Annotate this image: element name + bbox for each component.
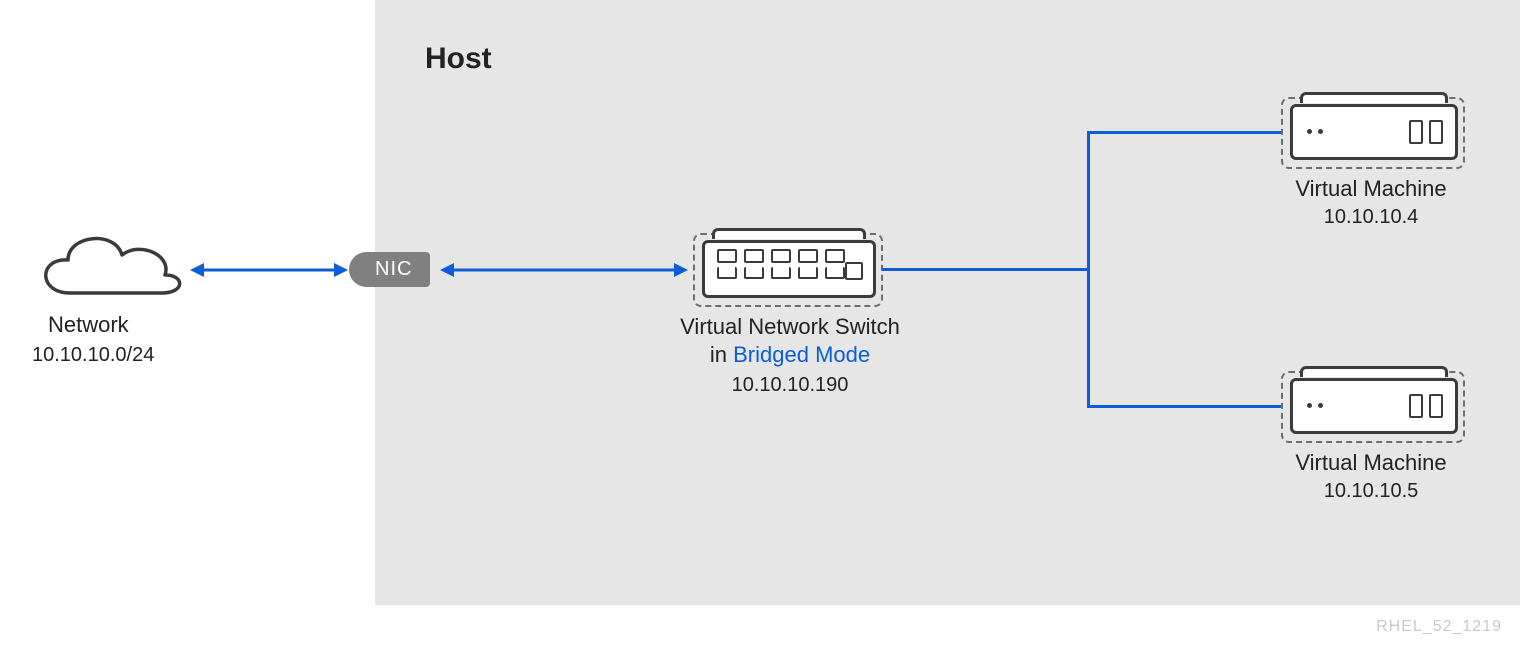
switch-label-line2-prefix: in <box>710 342 733 367</box>
switch-label-line2-accent: Bridged Mode <box>733 342 870 367</box>
network-label: Network <box>48 312 129 338</box>
network-subnet: 10.10.10.0/24 <box>32 344 154 367</box>
footer-reference: RHEL_52_1219 <box>1376 618 1502 636</box>
conn-branch-to-vm2 <box>1087 405 1281 408</box>
conn-branch-to-vm1 <box>1087 131 1281 134</box>
host-panel <box>375 0 1520 605</box>
conn-branch-vertical <box>1087 131 1090 408</box>
switch-top-bevel <box>712 228 866 239</box>
nic-tag: NIC <box>349 252 430 287</box>
cloud-icon <box>30 223 190 303</box>
vm2-top-bevel <box>1300 366 1448 377</box>
vm2-icon <box>1290 378 1458 434</box>
switch-ip: 10.10.10.190 <box>665 374 915 397</box>
switch-icon <box>702 240 876 298</box>
switch-label-line1: Virtual Network Switch <box>665 314 915 340</box>
vm2-label: Virtual Machine <box>1281 450 1461 476</box>
nic-label: NIC <box>375 258 412 280</box>
vm1-ip: 10.10.10.4 <box>1281 206 1461 229</box>
vm1-label: Virtual Machine <box>1281 176 1461 202</box>
arrow-cloud-to-nic <box>190 258 348 282</box>
switch-label-line2: in Bridged Mode <box>665 342 915 368</box>
vm1-top-bevel <box>1300 92 1448 103</box>
arrow-nic-to-switch <box>440 258 688 282</box>
vm2-ip: 10.10.10.5 <box>1281 480 1461 503</box>
conn-switch-to-branch <box>882 268 1090 271</box>
host-title: Host <box>425 42 492 76</box>
vm1-icon <box>1290 104 1458 160</box>
